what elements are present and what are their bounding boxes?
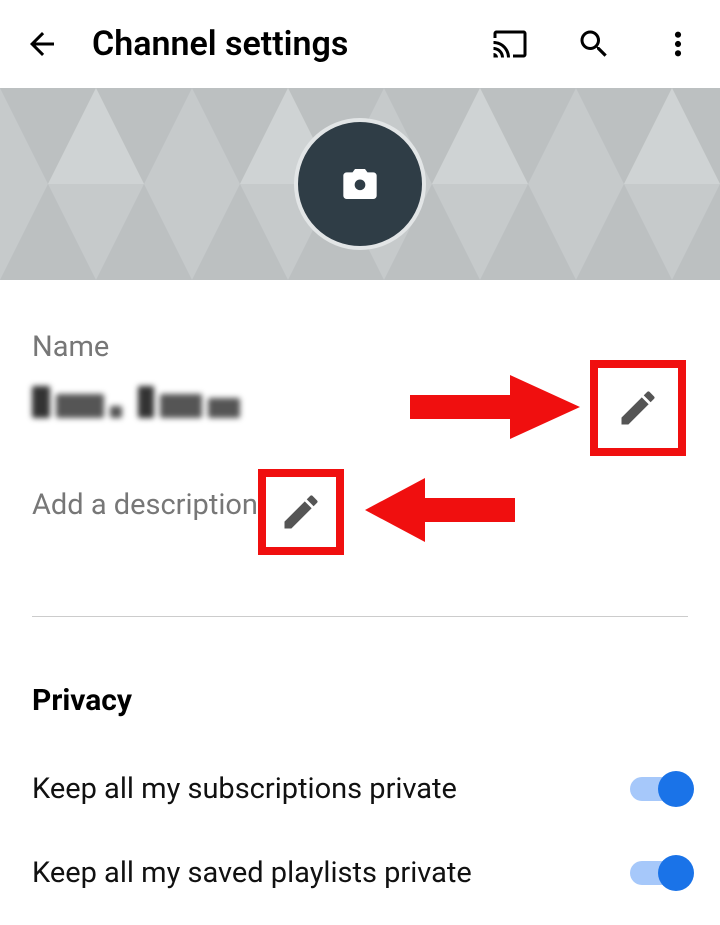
toolbar-actions (492, 26, 696, 62)
edit-name-button[interactable] (598, 368, 678, 448)
toggle-knob (658, 855, 694, 891)
channel-name-value (32, 386, 240, 418)
privacy-playlists-toggle[interactable] (630, 861, 688, 885)
annotation-arrow-left (365, 478, 515, 542)
pencil-icon (616, 386, 660, 430)
privacy-playlists-label: Keep all my saved playlists private (32, 856, 472, 890)
annotation-arrow-right (410, 375, 580, 439)
name-label: Name (32, 330, 688, 364)
app-toolbar: Channel settings (0, 0, 720, 88)
edit-description-button[interactable] (266, 477, 336, 547)
channel-avatar-button[interactable] (294, 118, 426, 250)
privacy-playlists-row: Keep all my saved playlists private (32, 856, 688, 890)
privacy-heading: Privacy (32, 683, 688, 718)
search-icon (576, 24, 612, 64)
cast-button[interactable] (492, 26, 528, 62)
search-button[interactable] (576, 26, 612, 62)
page-title: Channel settings (92, 24, 460, 64)
description-label: Add a description (32, 488, 258, 522)
annotation-highlight-edit-description (258, 469, 344, 555)
privacy-subscriptions-label: Keep all my subscriptions private (32, 772, 457, 806)
more-vert-icon (662, 28, 694, 60)
arrow-left-icon (24, 26, 60, 62)
back-button[interactable] (24, 26, 60, 62)
description-section: Add a description (32, 488, 688, 522)
channel-banner (0, 88, 720, 280)
pencil-icon (279, 490, 323, 534)
cast-icon (492, 24, 528, 64)
annotation-highlight-edit-name (590, 360, 686, 456)
privacy-subscriptions-toggle[interactable] (630, 777, 688, 801)
camera-icon (340, 164, 380, 204)
more-button[interactable] (660, 26, 696, 62)
privacy-subscriptions-row: Keep all my subscriptions private (32, 772, 688, 806)
toggle-knob (658, 771, 694, 807)
divider (32, 616, 688, 617)
